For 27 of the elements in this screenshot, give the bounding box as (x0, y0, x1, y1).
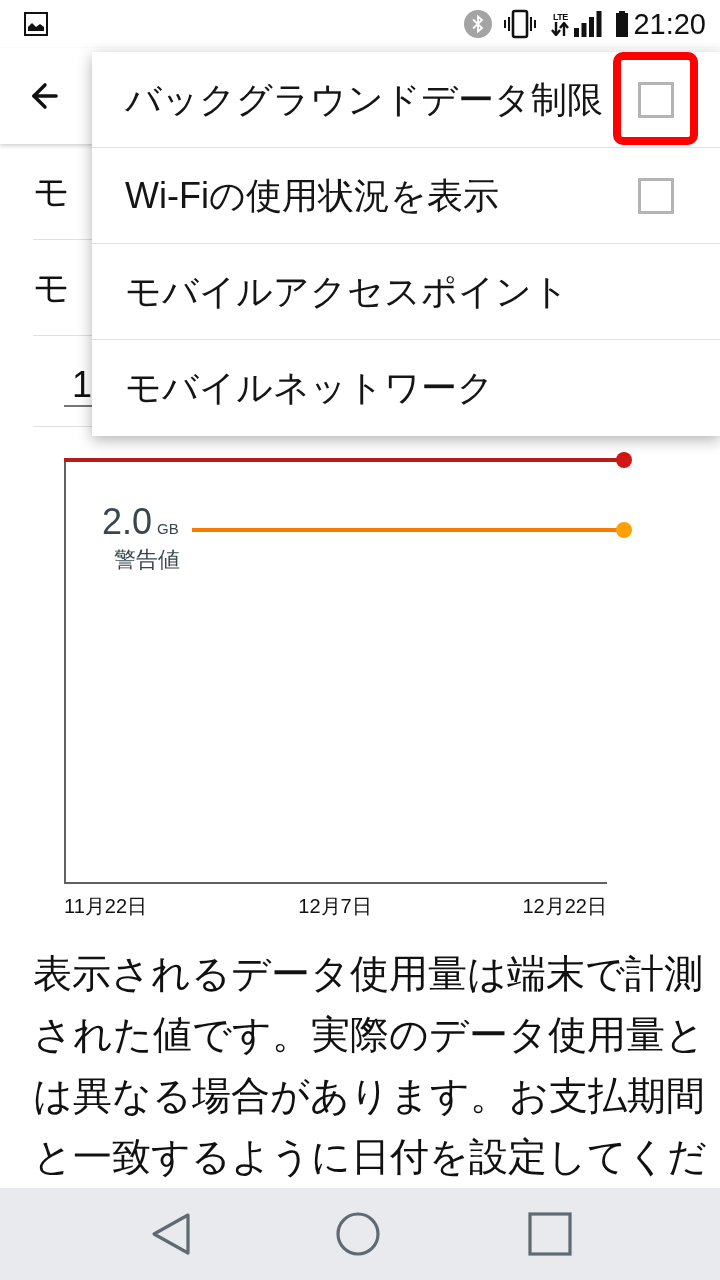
description-text: 表示されるデータ使用量は端末で計測された値です。実際のデータ使用量とは異なる場合があります。お支払期間と一致するように日付を設定してくだ (33, 951, 708, 1180)
back-icon[interactable] (150, 1212, 192, 1256)
setting-title: モ (33, 173, 70, 210)
checkbox[interactable] (638, 81, 674, 118)
image-icon (24, 12, 48, 36)
date-axis-label: 12月7日 (298, 895, 372, 917)
date-axis-label: 12月22日 (522, 895, 607, 917)
battery-icon (616, 11, 629, 37)
warning-label: 警告値 (114, 547, 180, 572)
menu-item[interactable]: Wi-Fiの使用状況を表示 (92, 148, 720, 244)
signal-icon (574, 11, 603, 37)
warning-value: 2.0 (101, 501, 152, 542)
home-icon[interactable] (336, 1212, 380, 1256)
network-type-indicator: LTE (548, 12, 573, 36)
date-axis-label: 11月22日 (64, 895, 147, 917)
menu-item[interactable]: バックグラウンドデータ制限 (92, 52, 720, 148)
bluetooth-icon (464, 10, 493, 38)
data-limit-line[interactable] (64, 452, 632, 468)
warning-line[interactable] (192, 522, 632, 538)
warning-unit: GB (157, 520, 179, 537)
vibrate-icon (504, 9, 537, 39)
menu-item[interactable]: モバイルネットワーク (92, 340, 720, 436)
setting-title: モ (33, 269, 70, 306)
recent-apps-icon[interactable] (528, 1212, 572, 1256)
menu-item[interactable]: モバイルアクセスポイント (92, 244, 720, 340)
checkbox[interactable] (638, 177, 674, 214)
clock-time: 21:20 (633, 9, 706, 39)
